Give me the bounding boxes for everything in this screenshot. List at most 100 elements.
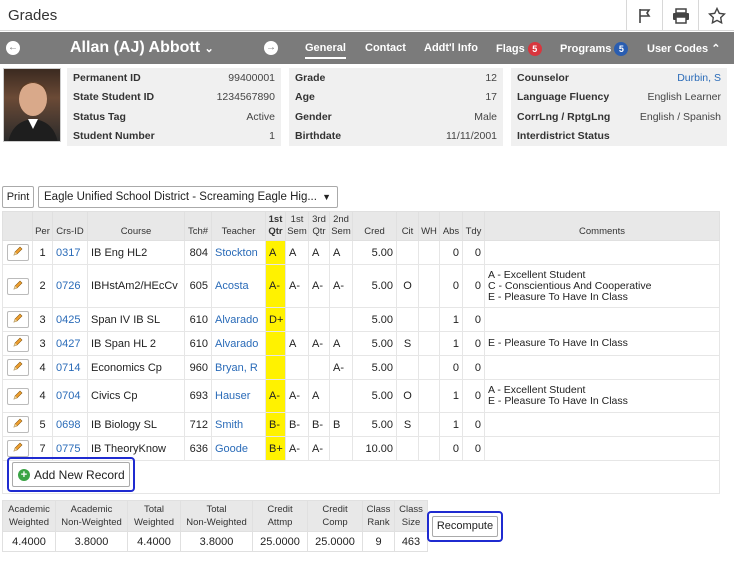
pencil-icon[interactable] [6,440,29,457]
course-id-link[interactable]: 0427 [52,331,88,356]
course-id-link[interactable]: 0317 [52,240,88,265]
demographic-label: Status Tag [73,110,126,123]
credit-cell: 5.00 [352,331,397,356]
summary-header-line: Non-Weighted [61,517,122,528]
tab-user-codes[interactable]: User Codes ⌃ [647,42,720,55]
chevron-down-icon[interactable]: ⌄ [205,43,214,55]
pencil-icon[interactable] [6,244,29,261]
demographic-label: State Student ID [73,91,155,104]
demographics-column-2: Grade 12 Age 17 Gender Male Birthdate 11/11/200… [289,68,503,146]
col-abs: Abs [439,211,463,241]
teacher-link[interactable]: Hauser [211,379,266,413]
pencil-icon[interactable] [6,359,29,376]
credit-cell: 5.00 [352,379,397,413]
pencil-icon[interactable] [6,277,29,295]
citizenship-cell: S [396,331,419,356]
comment-line: C - Conscientious And Cooperative [488,279,652,292]
demographic-label: Permanent ID [73,71,141,84]
recompute-button[interactable]: Recompute [432,516,498,537]
grade-row: 4 0704 Civics Cp 693 Hauser A- A- A 5.00 O 1 0 A - E… [2,379,720,413]
demographic-row: Interdistrict Status [511,127,727,147]
dropdown-caret-icon: ▼ [322,192,331,202]
summary-header-line: Rank [367,517,390,528]
edit-cell [2,379,33,413]
summary-value: 4.4000 [127,531,181,552]
student-name-text: Allan (AJ) Abbott [70,39,201,56]
teacher-link[interactable]: Smith [211,412,266,437]
work-habits-cell [418,264,440,308]
demographic-row: Language Fluency English Learner [511,88,727,108]
summary-header-line: Class [399,504,423,515]
second-semester-mark: A- [329,355,353,380]
course-id-link[interactable]: 0704 [52,379,88,413]
teacher-number-cell: 693 [184,379,212,413]
course-name-cell: IB Eng HL2 [87,240,185,265]
first-quarter-mark: A- [265,379,286,413]
absences-cell: 1 [439,379,463,413]
tab-label: Programs [560,43,612,55]
grade-row: 3 0427 IB Span HL 2 610 Alvarado A A- A 5.00 S 1 0 E… [2,331,720,356]
tab-general[interactable]: General [305,42,346,59]
demographic-label: Birthdate [295,130,342,143]
course-id-link[interactable]: 0698 [52,412,88,437]
tab-programs[interactable]: Programs 5 [560,42,629,56]
demographic-row: Status Tag Active [67,107,281,127]
pencil-icon[interactable] [6,416,29,433]
demographic-row: State Student ID 1234567890 [67,88,281,108]
print-icon[interactable] [662,0,698,31]
summary-header: Total Non-Weighted [180,500,253,532]
demographic-label: Interdistrict Status [517,130,610,143]
summary-value: 25.0000 [252,531,308,552]
student-name[interactable]: Allan (AJ) Abbott ⌄ [70,39,214,57]
demographic-row: Student Number 1 [67,127,281,147]
tab-label: General [305,42,346,54]
work-habits-cell [418,331,440,356]
absences-cell: 0 [439,240,463,265]
teacher-link[interactable]: Alvarado [211,331,266,356]
tab-addtl-info[interactable]: Addt'l Info [424,42,478,54]
tab-contact[interactable]: Contact [365,42,406,54]
demographics-column-1: Permanent ID 99400001 State Student ID 1234… [67,68,281,146]
credit-cell: 5.00 [352,264,397,308]
school-select[interactable]: Eagle Unified School District - Screamin… [38,186,338,208]
course-id-link[interactable]: 0714 [52,355,88,380]
col-course: Course [87,211,185,241]
pencil-icon[interactable] [6,335,29,352]
chevron-up-icon[interactable]: ⌃ [711,43,720,55]
teacher-number-cell: 960 [184,355,212,380]
teacher-link[interactable]: Alvarado [211,307,266,332]
credit-cell: 5.00 [352,240,397,265]
tab-label: User Codes [647,43,709,55]
pencil-icon[interactable] [6,311,29,328]
course-id-link[interactable]: 0425 [52,307,88,332]
demographic-value[interactable]: Durbin, S [677,72,721,84]
demographic-value: 17 [485,91,497,104]
flag-icon[interactable] [626,0,662,31]
next-student-icon[interactable]: → [264,41,278,55]
first-semester-mark: A- [285,379,309,413]
gpa-summary-table: Academic Weighted Academic Non-Weighted Tota… [2,500,428,552]
star-icon[interactable] [698,0,734,31]
grade-row: 1 0317 IB Eng HL2 804 Stockton A A A A 5.00 0 0 [2,240,720,265]
teacher-link[interactable]: Goode [211,436,266,461]
print-button[interactable]: Print [2,186,34,208]
teacher-link[interactable]: Acosta [211,264,266,308]
teacher-number-cell: 636 [184,436,212,461]
teacher-link[interactable]: Stockton [211,240,266,265]
work-habits-cell [418,412,440,437]
comment-line: E - Pleasure To Have In Class [488,290,628,303]
summary-header-line: Attmp [267,517,293,528]
pencil-icon[interactable] [6,387,29,405]
demographic-value: English / Spanish [639,110,721,123]
absences-cell: 1 [439,307,463,332]
course-id-link[interactable]: 0726 [52,264,88,308]
teacher-link[interactable]: Bryan, R [211,355,266,380]
tab-flags[interactable]: Flags 5 [496,42,542,56]
period-cell: 4 [32,379,53,413]
second-semester-mark: A [329,331,353,356]
previous-student-icon[interactable]: ← [6,41,20,55]
col-comments: Comments [484,211,720,241]
summary-header: Academic Weighted [2,500,56,532]
programs-count-badge: 5 [614,42,629,56]
add-new-record-button[interactable]: + Add New Record [12,462,130,487]
